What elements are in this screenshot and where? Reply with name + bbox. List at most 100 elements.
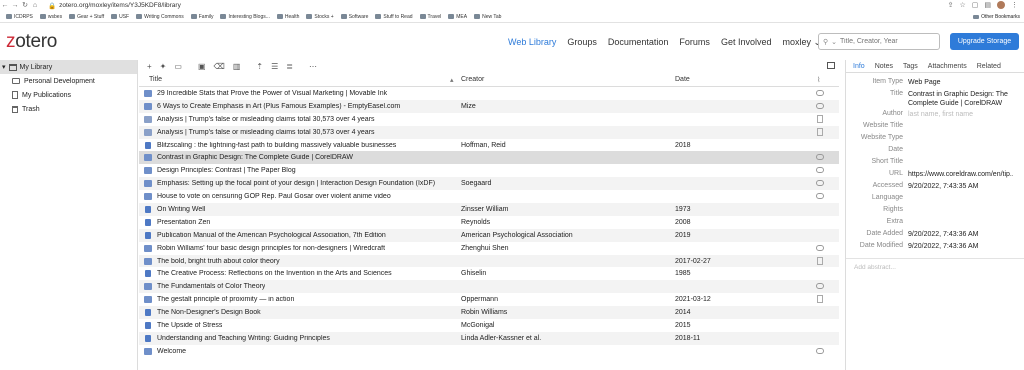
table-row[interactable]: Analysis | Trump's false or misleading c… [139, 125, 839, 139]
pdf-attachment-icon[interactable] [817, 256, 823, 265]
pdf-attachment-icon[interactable] [817, 114, 823, 123]
more-icon[interactable]: ⋯ [309, 62, 317, 71]
snapshot-attachment-icon[interactable] [816, 283, 824, 290]
field-value[interactable]: 9/20/2022, 7:43:35 AM [908, 182, 1013, 191]
tab-notes[interactable]: Notes [875, 63, 893, 70]
nav-web-library[interactable]: Web Library [508, 37, 556, 48]
remove-icon[interactable]: ⌫ [214, 62, 225, 71]
back-icon[interactable]: ← [0, 1, 10, 11]
nav-get-involved[interactable]: Get Involved [721, 37, 772, 48]
new-item-icon[interactable]: + [147, 62, 152, 71]
tab-related[interactable]: Related [977, 63, 1001, 70]
table-row[interactable]: The Non-Designer's Design Book Robin Will… [139, 306, 839, 320]
table-row[interactable]: Blitzscaling : the lightning-fast path t… [139, 139, 839, 152]
table-row[interactable]: Analysis | Trump's false or misleading c… [139, 113, 839, 126]
upgrade-storage-button[interactable]: Upgrade Storage [950, 33, 1019, 50]
table-row[interactable]: Emphasis: Setting up the focal point of … [139, 177, 839, 191]
home-icon[interactable]: ⌂ [30, 1, 40, 11]
user-menu[interactable]: moxley ⌄ [782, 37, 821, 48]
table-row[interactable]: Robin Williams' four basic design princi… [139, 242, 839, 255]
field-value[interactable]: Contrast in Graphic Design: The Complete… [908, 90, 1013, 108]
table-row[interactable]: 29 Incredible Stats that Prove the Power… [139, 87, 839, 100]
other-bookmarks[interactable]: Other Bookmarks [973, 14, 1020, 20]
column-date[interactable]: Date [675, 76, 690, 83]
nav-documentation[interactable]: Documentation [608, 37, 669, 48]
table-row[interactable]: The Upside of Stress McGonigal 2015 [139, 319, 839, 332]
profile-avatar[interactable] [997, 1, 1005, 9]
trash[interactable]: Trash [0, 102, 137, 116]
reload-icon[interactable]: ↻ [20, 1, 30, 11]
bookmark-item[interactable]: Health [276, 14, 299, 20]
table-row[interactable]: The Fundamentals of Color Theory [139, 280, 839, 294]
paperclip-icon[interactable]: ⌇ [817, 76, 820, 84]
bookmark-item[interactable]: Travel [419, 14, 441, 20]
table-row[interactable]: Publication Manual of the American Psych… [139, 228, 839, 242]
layout-icon[interactable] [827, 62, 835, 69]
snapshot-attachment-icon[interactable] [816, 154, 824, 161]
column-title[interactable]: Title [149, 76, 162, 83]
field-value[interactable]: 9/20/2022, 7:43:36 AM [908, 230, 1013, 239]
nav-groups[interactable]: Groups [567, 37, 597, 48]
bookmark-item[interactable]: Writing Commons [136, 14, 184, 20]
menu-icon[interactable]: ⋮ [1011, 1, 1018, 9]
pdf-attachment-icon[interactable] [817, 127, 823, 136]
table-row[interactable]: The Creative Process: Reflections on the… [139, 267, 839, 280]
snapshot-attachment-icon[interactable] [816, 180, 824, 187]
table-row[interactable]: Welcome [139, 345, 839, 358]
sort-asc-icon[interactable]: ▴ [450, 76, 454, 84]
new-note-icon[interactable]: ▭ [174, 62, 182, 71]
table-row[interactable]: The gestalt principle of proximity — in … [139, 293, 839, 306]
table-row[interactable]: Contrast in Graphic Design: The Complete… [139, 151, 839, 165]
bookmark-item[interactable]: wsbes [39, 14, 62, 20]
forward-icon[interactable]: → [10, 1, 20, 11]
table-row[interactable]: 6 Ways to Create Emphasis in Art (Plus F… [139, 99, 839, 113]
table-row[interactable]: Design Principles: Contrast | The Paper … [139, 164, 839, 177]
collection-personal-development[interactable]: Personal Development [0, 74, 137, 88]
bookmark-item[interactable]: ICDRPS [6, 14, 33, 20]
bookmark-item[interactable]: USF [111, 14, 129, 20]
bookmark-item[interactable]: MEA [448, 14, 467, 20]
export-icon[interactable]: ⇡ [256, 62, 263, 71]
snapshot-attachment-icon[interactable] [816, 347, 824, 354]
bookmark-item[interactable]: Software [340, 14, 368, 20]
table-row[interactable]: On Writing Well Zinsser William 1973 [139, 203, 839, 216]
caret-down-icon[interactable]: ▾ [2, 63, 6, 71]
my-library[interactable]: ▾ My Library [0, 60, 137, 74]
search-box[interactable]: ⚲ ⌄ [818, 33, 940, 50]
snapshot-attachment-icon[interactable] [816, 193, 824, 200]
magic-wand-icon[interactable]: ✦ [160, 62, 167, 71]
bookmark-item[interactable]: Family [190, 14, 213, 20]
pdf-attachment-icon[interactable] [817, 295, 823, 304]
table-row[interactable]: Understanding and Teaching Writing: Guid… [139, 331, 839, 345]
bookmark-item[interactable]: Interesting Blogs... [220, 14, 270, 20]
search-input[interactable] [840, 38, 936, 45]
chevron-down-icon[interactable]: ⌄ [831, 38, 837, 46]
bookmark-item[interactable]: Gear + Stuff [69, 14, 104, 20]
table-row[interactable]: Presentation Zen Reynolds 2008 [139, 216, 839, 229]
add-to-collection-icon[interactable]: ▣ [198, 62, 206, 71]
trash-item-icon[interactable]: ▥ [233, 62, 241, 71]
sidebar-icon[interactable]: ▤ [984, 1, 991, 9]
field-value[interactable]: Web Page [908, 78, 1013, 87]
zotero-logo[interactable]: zotero [6, 31, 57, 53]
snapshot-attachment-icon[interactable] [816, 90, 824, 96]
field-value[interactable]: last name, first name [908, 110, 1013, 119]
snapshot-attachment-icon[interactable] [816, 244, 824, 251]
bibliography-icon[interactable]: ☰ [271, 62, 278, 71]
tab-attachments[interactable]: Attachments [928, 63, 967, 70]
star-icon[interactable]: ☆ [959, 1, 965, 9]
table-row[interactable]: The bold, bright truth about color theor… [139, 254, 839, 268]
url-text[interactable]: 🔒 zotero.org/moxley/items/Y3J5KDF8/libra… [48, 2, 181, 10]
snapshot-attachment-icon[interactable] [816, 167, 824, 174]
tab-info[interactable]: Info [853, 63, 865, 70]
my-publications[interactable]: My Publications [0, 88, 137, 102]
share-icon[interactable]: ⇪ [948, 1, 954, 9]
abstract-field[interactable]: Add abstract... [846, 258, 1024, 276]
bookmark-item[interactable]: Stocks + [306, 14, 334, 20]
nav-forums[interactable]: Forums [679, 37, 710, 48]
column-creator[interactable]: Creator [461, 76, 484, 83]
field-value[interactable]: 9/20/2022, 7:43:36 AM [908, 242, 1013, 251]
table-row[interactable]: House to vote on censuring GOP Rep. Paul… [139, 190, 839, 203]
cite-icon[interactable]: ≣ [286, 62, 293, 71]
tab-tags[interactable]: Tags [903, 63, 918, 70]
